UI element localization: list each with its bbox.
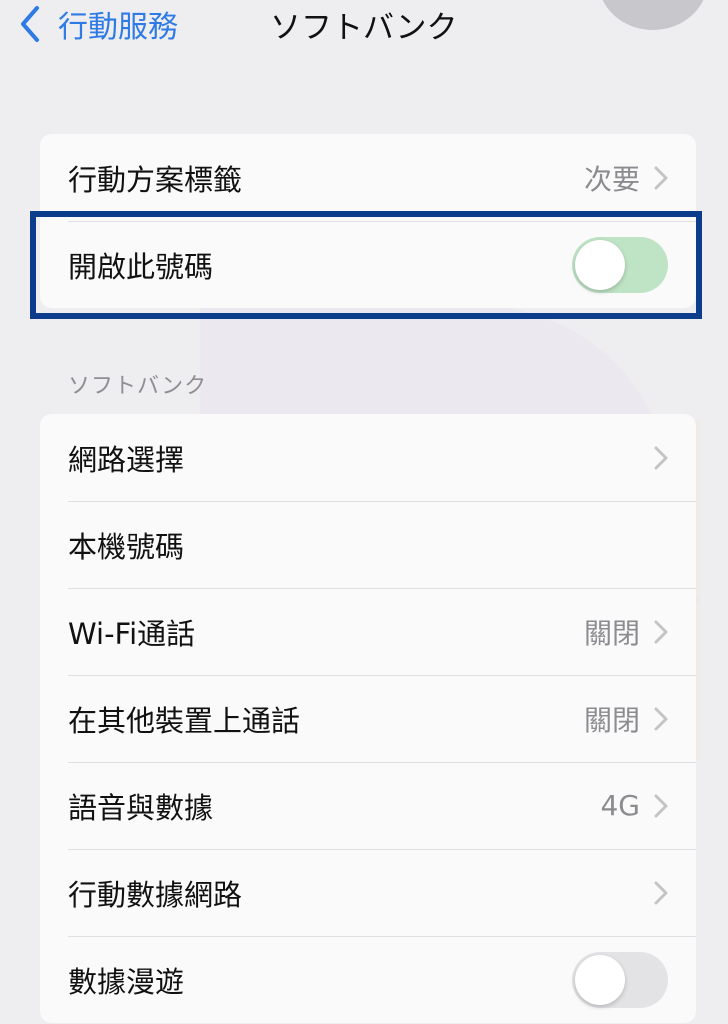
plan-label-row[interactable]: 行動方案標籤 次要 [40,134,696,221]
profile-avatar [598,0,708,30]
enable-line-toggle[interactable] [572,236,668,293]
cellular-data-network-row[interactable]: 行動數據網路 [40,849,696,936]
enable-line-row: 開啟此號碼 [40,221,696,308]
chevron-right-icon [654,166,668,189]
enable-line-label: 開啟此號碼 [68,249,214,284]
data-roaming-row: 數據漫遊 [40,936,696,1023]
carrier-settings-group: 網路選擇 本機號碼 Wi-Fi通話 關閉 在其他裝置上通話 關閉 語音與數據 4… [40,414,696,1023]
chevron-left-icon [21,6,39,42]
wifi-calling-row[interactable]: Wi-Fi通話 關閉 [40,588,696,675]
network-selection-row[interactable]: 網路選擇 [40,414,696,501]
data-roaming-label: 數據漫遊 [68,964,185,999]
wifi-calling-value: 關閉 [583,616,640,650]
chevron-right-icon [654,794,668,817]
calls-other-devices-row[interactable]: 在其他裝置上通話 關閉 [40,675,696,762]
data-roaming-toggle[interactable] [572,951,668,1008]
plan-label-title: 行動方案標籤 [68,162,243,197]
toggle-knob [575,239,625,290]
voice-data-row[interactable]: 語音與數據 4G [40,762,696,849]
my-number-label: 本機號碼 [68,529,185,564]
back-button[interactable]: 行動服務 [18,2,178,46]
plan-label-value: 次要 [583,162,640,196]
plan-settings-group: 行動方案標籤 次要 開啟此號碼 [40,134,696,308]
navigation-bar: 行動服務 ソフトバンク [0,0,728,60]
voice-data-value: 4G [600,789,640,822]
calls-other-devices-value: 關閉 [583,703,640,737]
page-title: ソフトバンク [270,10,458,46]
wifi-calling-label: Wi-Fi通話 [68,616,196,651]
chevron-right-icon [654,881,668,904]
carrier-section-header: ソフトバンク [68,374,208,399]
chevron-right-icon [654,446,668,469]
voice-data-label: 語音與數據 [68,790,214,825]
chevron-right-icon [654,620,668,643]
cellular-data-network-label: 行動數據網路 [68,877,243,912]
calls-other-devices-label: 在其他裝置上通話 [68,703,301,738]
my-number-row[interactable]: 本機號碼 [40,501,696,588]
back-label: 行動服務 [58,10,178,45]
chevron-right-icon [654,707,668,730]
network-selection-label: 網路選擇 [68,442,185,477]
toggle-knob [575,954,625,1005]
